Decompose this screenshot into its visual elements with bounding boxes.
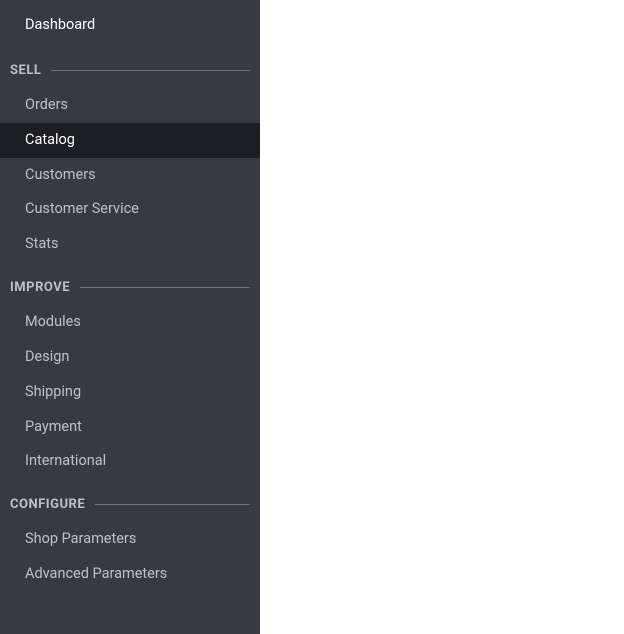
sidebar-item-international[interactable]: International	[0, 444, 260, 479]
sidebar-item-payment[interactable]: Payment	[0, 410, 260, 445]
sidebar-section-header-configure: CONFIGURE	[0, 479, 260, 516]
sidebar-section-header-sell: SELL	[0, 45, 260, 82]
sidebar-section-items-configure: Shop Parameters Advanced Parameters	[0, 516, 260, 592]
sidebar-item-catalog[interactable]: Catalog	[0, 123, 260, 158]
divider-line	[95, 504, 250, 505]
sidebar-item-modules[interactable]: Modules	[0, 305, 260, 340]
divider-line	[80, 287, 250, 288]
sidebar-item-design[interactable]: Design	[0, 340, 260, 375]
divider-line	[51, 70, 250, 71]
sidebar-item-shipping[interactable]: Shipping	[0, 375, 260, 410]
sidebar-section-title: CONFIGURE	[10, 497, 85, 512]
sidebar-section-items-sell: Orders Catalog Customers Customer Servic…	[0, 82, 260, 262]
sidebar-item-advanced-parameters[interactable]: Advanced Parameters	[0, 557, 260, 592]
sidebar-item-customers[interactable]: Customers	[0, 158, 260, 193]
sidebar-section-header-improve: IMPROVE	[0, 262, 260, 299]
sidebar-section-title: SELL	[10, 63, 41, 78]
sidebar-item-shop-parameters[interactable]: Shop Parameters	[0, 522, 260, 557]
sidebar-item-orders[interactable]: Orders	[0, 88, 260, 123]
sidebar-item-stats[interactable]: Stats	[0, 227, 260, 262]
sidebar-section-title: IMPROVE	[10, 280, 70, 295]
sidebar-section-items-improve: Modules Design Shipping Payment Internat…	[0, 299, 260, 479]
sidebar-item-dashboard[interactable]: Dashboard	[0, 0, 260, 45]
main-content	[260, 0, 624, 634]
sidebar: Dashboard SELL Orders Catalog Customers …	[0, 0, 260, 634]
sidebar-item-customer-service[interactable]: Customer Service	[0, 192, 260, 227]
